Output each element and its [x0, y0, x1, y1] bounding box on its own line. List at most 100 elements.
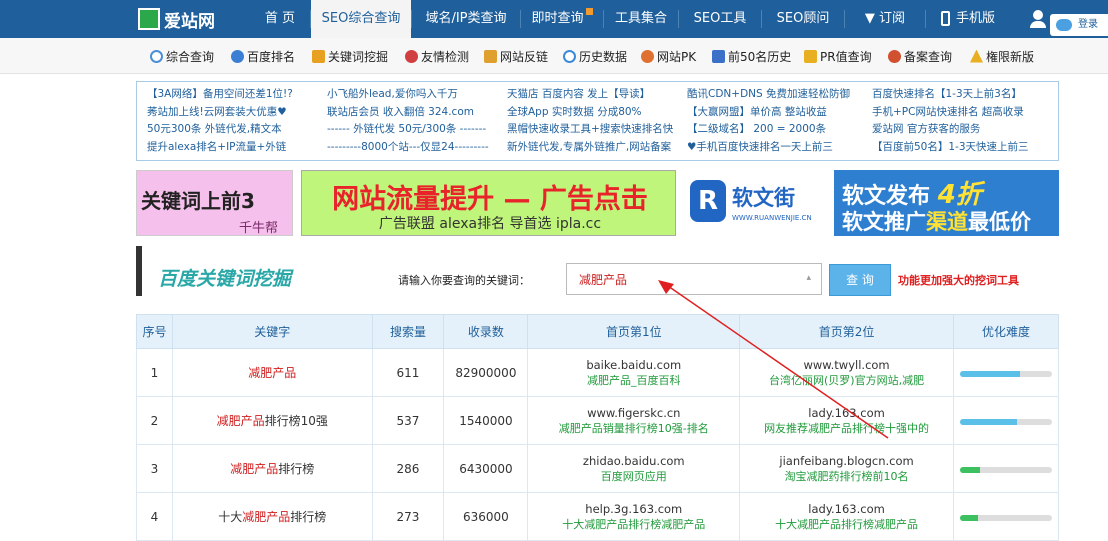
top-nav-bar: 爱站网 首 页 SEO综合查询 域名/IP类查询 即时查询 工具集合 SEO工具…	[0, 0, 1108, 38]
tool-item-site-pk[interactable]: 网站PK	[641, 48, 696, 64]
ad-link[interactable]: 百度快速排名【1-3天上前3名】	[872, 86, 1029, 104]
tool-item-baidu-rank[interactable]: 百度排名	[231, 48, 295, 64]
cell-index: 4	[136, 492, 173, 541]
site-logo[interactable]: 爱站网	[138, 6, 248, 32]
nav-tab-seo-query[interactable]: SEO综合查询	[311, 0, 411, 38]
rank2-site[interactable]: www.twyll.com	[740, 357, 953, 373]
keyword-results-table: 序号 关键字 搜索量 收录数 首页第1位 首页第2位 优化难度 1 减肥产品 611…	[136, 314, 1060, 541]
cell-rank1[interactable]: help.3g.163.com 十大减肥产品排行榜减肥产品	[527, 492, 741, 541]
tool-item-new-permissions[interactable]: 権限新版	[970, 48, 1034, 64]
col-header-indexed[interactable]: 收录数	[443, 314, 529, 349]
tool-item-top50-history[interactable]: 前50名历史	[712, 48, 791, 64]
tool-item-pr-query[interactable]: PR值查询	[804, 48, 872, 64]
rank1-title: 百度网页应用	[600, 469, 667, 483]
nav-tab-home[interactable]: 首 页	[250, 0, 310, 38]
cell-rank2[interactable]: lady.163.com 十大减肥产品排行榜减肥产品	[739, 492, 954, 541]
nav-tab-instant-query[interactable]: 即时查询	[521, 0, 603, 38]
banner-ad-ruanwenjie[interactable]: R 软文街 WWW.RUANWENJIE.CN 软文发布 4折 软文推广渠道最低…	[684, 170, 1059, 236]
cell-difficulty	[952, 348, 1060, 397]
cell-indexed: 636000	[443, 492, 529, 541]
keyword-highlight: 减肥产品	[230, 462, 279, 476]
col-header-volume[interactable]: 搜索量	[371, 314, 445, 349]
section-accent-bar	[136, 246, 142, 296]
rank2-site[interactable]: lady.163.com	[740, 405, 953, 421]
cell-rank1[interactable]: www.figerskc.cn 减肥产品销量排行榜10强-排名	[527, 396, 741, 445]
ad-link[interactable]: 酷讯CDN+DNS 免费加速轻松防御	[687, 86, 850, 104]
dropdown-arrow-icon[interactable]: ▴	[806, 273, 811, 283]
ad-link[interactable]: 爱站网 官方获客的服务	[872, 121, 1029, 139]
ad-link[interactable]: 【大赢网盟】单价高 整站收益	[687, 104, 850, 122]
advanced-tool-link[interactable]: 功能更加强大的挖词工具	[898, 272, 1019, 288]
rank2-site[interactable]: lady.163.com	[740, 501, 953, 517]
tool-item-friend-link[interactable]: 友情检测	[405, 48, 469, 64]
ad-link[interactable]: 小飞船外lead,爱你吗入千万	[327, 86, 489, 104]
ad-link[interactable]: ---------8000个站---仅显24---------	[327, 139, 489, 157]
cell-rank2[interactable]: www.twyll.com 台湾亿丽网(贝罗)官方网站,减肥	[739, 348, 954, 397]
rank2-title: 十大减肥产品排行榜减肥产品	[775, 517, 919, 531]
ad-link[interactable]: 新外链代发,专属外链推广,网站备案	[507, 139, 673, 157]
difficulty-fill	[959, 514, 979, 521]
login-button[interactable]: 登录	[1050, 14, 1108, 36]
globe-icon	[641, 49, 654, 63]
cell-rank2[interactable]: jianfeibang.blogcn.com 淘宝减肥药排行榜前10名	[739, 444, 954, 493]
ad-link[interactable]: 提升alexa排名+IP流量+外链	[147, 139, 293, 157]
ad-column-4: 酷讯CDN+DNS 免费加速轻松防御 【大赢网盟】单价高 整站收益 【二级域名】…	[687, 86, 850, 156]
nav-tab-seo-advisor[interactable]: SEO顾问	[762, 0, 844, 38]
user-icon[interactable]	[1030, 10, 1046, 28]
keyword-suffix: 排行榜10强	[264, 414, 328, 428]
ad-link[interactable]: 【二级域名】 200 = 2000条	[687, 121, 850, 139]
banner-ad-traffic[interactable]: 网站流量提升 — 广告点击 广告联盟 alexa排名 导首选 ipla.cc	[301, 170, 676, 236]
keyword-input-label: 请输入你要查询的关键词：	[398, 274, 530, 287]
banner-ad-keyword-top3[interactable]: 关键词上前3 千牛帮	[136, 170, 293, 236]
rank2-site[interactable]: jianfeibang.blogcn.com	[740, 453, 953, 469]
rank1-site[interactable]: help.3g.163.com	[528, 501, 739, 517]
tool-item-keyword-mining[interactable]: 关键词挖掘	[312, 48, 388, 64]
nav-tab-tools[interactable]: 工具集合	[604, 0, 678, 38]
chart-icon	[712, 49, 725, 63]
ad-link[interactable]: 联站店会员 收入翻倍 324.com	[327, 104, 489, 122]
pencil-icon	[484, 49, 497, 63]
nav-tab-seo-tools[interactable]: SEO工具	[679, 0, 761, 38]
keyword-highlight: 减肥产品	[216, 414, 265, 428]
ad-link[interactable]: 莠站加上线!云网套装大优惠♥	[147, 104, 293, 122]
ad-link[interactable]: 【3A网络】备用空间还差1位!?	[147, 86, 293, 104]
ad-link[interactable]: 全球App 实时数据 分成80%	[507, 104, 673, 122]
ruanwenjie-logo: R 软文街 WWW.RUANWENJIE.CN	[684, 170, 834, 236]
ad-link[interactable]: ------ 外链代发 50元/300条 -------	[327, 121, 489, 139]
keyword-input-box[interactable]: ▴	[566, 263, 822, 295]
logo-mark-icon	[138, 8, 160, 30]
cell-rank2[interactable]: lady.163.com 网友推荐减肥产品排行榜十强中的	[739, 396, 954, 445]
rank1-site[interactable]: www.figerskc.cn	[528, 405, 739, 421]
cell-keyword[interactable]: 减肥产品排行榜10强	[171, 396, 373, 445]
ad-link[interactable]: 手机+PC网站快速排名 超高收录	[872, 104, 1029, 122]
new-badge-icon	[585, 8, 593, 15]
rank1-site[interactable]: zhidao.baidu.com	[528, 453, 739, 469]
rank1-site[interactable]: baike.baidu.com	[528, 357, 739, 373]
ad-link[interactable]: 天猫店 百度内容 发上【导读】	[507, 86, 673, 104]
nav-tab-subscribe[interactable]: ▼ 订阅	[845, 0, 925, 38]
tool-item-backlinks[interactable]: 网站反链	[484, 48, 548, 64]
cell-keyword[interactable]: 十大减肥产品排行榜	[171, 492, 373, 541]
tool-item-icp-record[interactable]: 备案查询	[888, 48, 952, 64]
login-label: 登录	[1078, 19, 1098, 30]
rank2-title: 淘宝减肥药排行榜前10名	[784, 469, 909, 483]
nav-tab-mobile[interactable]: 手机版	[926, 0, 1010, 38]
tool-item-comprehensive[interactable]: 综合查询	[150, 48, 214, 64]
cell-keyword[interactable]: 减肥产品	[171, 348, 373, 397]
ad-column-2: 小飞船外lead,爱你吗入千万 联站店会员 收入翻倍 324.com -----…	[327, 86, 489, 156]
nav-tab-domain-ip[interactable]: 域名/IP类查询	[412, 0, 520, 38]
tool-item-history[interactable]: 历史数据	[563, 48, 627, 64]
banner-text: 最低价	[968, 210, 1031, 234]
cell-rank1[interactable]: baike.baidu.com 减肥产品_百度百科	[527, 348, 741, 397]
keyword-prefix: 十大	[218, 510, 243, 524]
cell-rank1[interactable]: zhidao.baidu.com 百度网页应用	[527, 444, 741, 493]
cell-keyword[interactable]: 减肥产品排行榜	[171, 444, 373, 493]
cell-indexed: 82900000	[443, 348, 529, 397]
query-button[interactable]: 查 询	[829, 264, 891, 296]
ad-link[interactable]: 50元300条 外链代发,精文本	[147, 121, 293, 139]
ad-link[interactable]: ♥手机百度快速排名一天上前三	[687, 139, 850, 157]
ad-link[interactable]: 黑帽快速收录工具+搜索快速排名快	[507, 121, 673, 139]
table-row: 3 减肥产品排行榜 286 6430000 zhidao.baidu.com 百度网页应用…	[136, 444, 1060, 493]
keyword-input[interactable]	[567, 264, 787, 294]
ad-link[interactable]: 【百度前50名】1-3天快速上前三	[872, 139, 1029, 157]
